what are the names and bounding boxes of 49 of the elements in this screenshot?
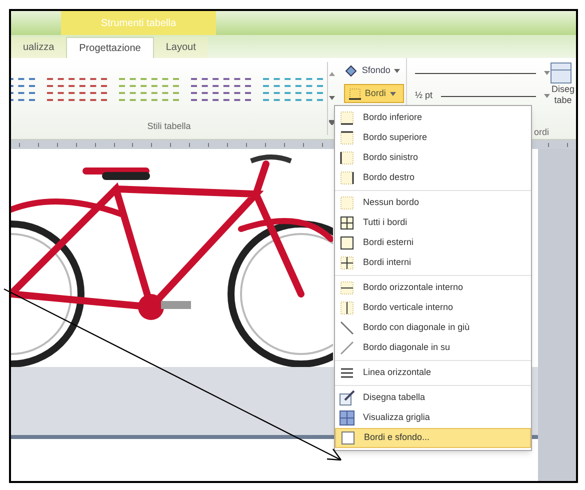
scroll-down-icon[interactable]	[328, 96, 335, 100]
grid-icon	[339, 410, 355, 426]
diagonal-down-icon	[339, 320, 355, 336]
shading-button[interactable]: Sfondo	[344, 62, 406, 80]
menu-item[interactable]: Bordo verticale interno	[335, 298, 531, 318]
contextual-tab-header: Strumenti tabella	[61, 11, 216, 35]
menu-item[interactable]: Tutti i bordi	[335, 213, 531, 233]
menu-item[interactable]: Linea orizzontale	[335, 363, 531, 383]
group-label: ordi	[534, 126, 550, 138]
borders-dialog-icon	[340, 430, 356, 446]
border-icon	[339, 215, 355, 231]
border-icon	[339, 130, 355, 146]
menu-item[interactable]: Nessun bordo	[335, 193, 531, 213]
ribbon-tab[interactable]: Layout	[154, 37, 208, 58]
dropdown-arrow-icon	[544, 71, 550, 76]
menu-item[interactable]: Bordo diagonale in su	[335, 338, 531, 358]
dropdown-arrow-icon	[544, 94, 550, 98]
border-icon	[339, 300, 355, 316]
bottom-border-icon	[348, 88, 361, 100]
menu-item[interactable]: Bordo inferiore	[335, 108, 531, 128]
ribbon-tab[interactable]: Progettazione	[66, 37, 154, 58]
expand-gallery-icon[interactable]	[328, 120, 335, 125]
line-weight-dropdown[interactable]: ½ pt	[415, 88, 550, 104]
border-icon	[339, 255, 355, 271]
menu-item[interactable]: Disegna tabella	[335, 388, 531, 408]
border-icon	[339, 110, 355, 126]
borders-button[interactable]: Bordi	[344, 84, 404, 103]
draw-table-button[interactable]: Diseg tabe	[550, 58, 576, 139]
dropdown-arrow-icon	[394, 69, 400, 73]
border-icon	[339, 235, 355, 251]
menu-item[interactable]: Bordo con diagonale in giù	[335, 318, 531, 338]
menu-item[interactable]: Bordo destro	[335, 168, 531, 188]
diagonal-up-icon	[339, 340, 355, 356]
menu-item[interactable]: Bordo superiore	[335, 128, 531, 148]
border-icon	[339, 170, 355, 186]
pencil-table-icon	[339, 390, 355, 406]
border-icon	[339, 195, 355, 211]
ribbon-tab[interactable]: ualizza	[11, 37, 66, 58]
menu-item[interactable]: Bordo orizzontale interno	[335, 278, 531, 298]
menu-item[interactable]: Bordi esterni	[335, 233, 531, 253]
border-icon	[339, 150, 355, 166]
menu-item[interactable]: Bordi e sfondo...	[335, 428, 531, 448]
scroll-up-icon[interactable]	[328, 72, 335, 76]
menu-item[interactable]: Visualizza griglia	[335, 408, 531, 428]
group-label: Stili tabella	[146, 120, 192, 133]
menu-item[interactable]: Bordi interni	[335, 253, 531, 273]
menu-item[interactable]: Bordo sinistro	[335, 148, 531, 168]
border-icon	[339, 280, 355, 296]
dropdown-arrow-icon	[390, 92, 396, 96]
